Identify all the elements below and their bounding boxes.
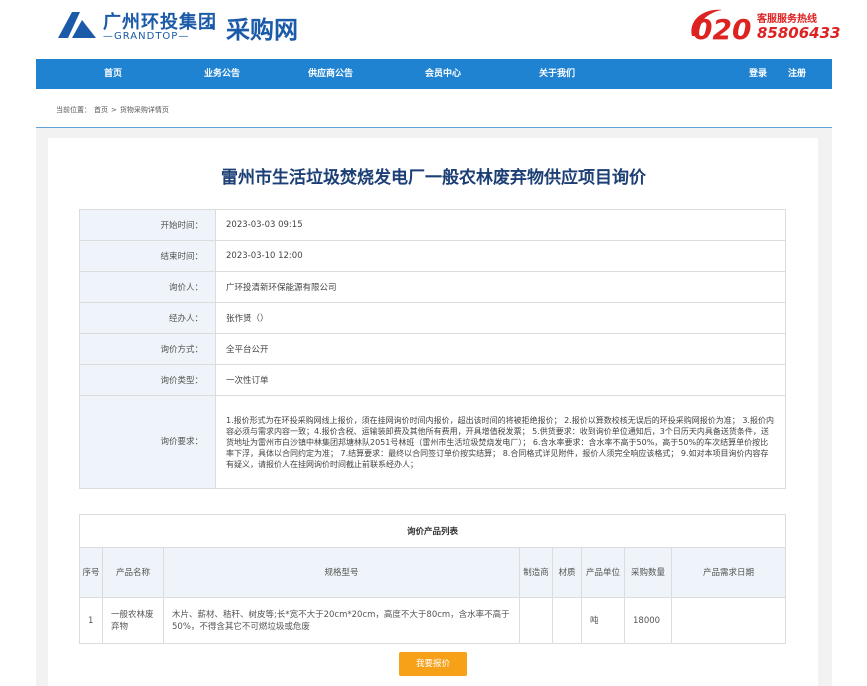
cell-quantity: 18000 [624,597,672,644]
info-row-inquirer: 询价人： 广环投清新环保能源有限公司 [79,271,786,303]
cell-maker [519,597,553,644]
info-row-handler: 经办人： 张作贤（） [79,302,786,334]
info-row-end-time: 结束时间： 2023-03-10 12:00 [79,240,786,272]
nav-item-about-us[interactable]: 关于我们 [539,59,575,89]
cell-no: 1 [79,597,103,644]
column-header: 产品需求日期 [671,547,786,598]
info-row-method: 询价方式： 全平台公开 [79,333,786,365]
info-row-type: 询价类型： 一次性订单 [79,364,786,396]
info-label: 询价要求： [79,395,216,489]
info-value: 全平台公开 [215,333,786,365]
cell-spec: 木片、薪材、秸秆、树皮等;长*宽不大于20cm*20cm，高度不大于80cm，含… [163,597,520,644]
info-label: 开始时间： [79,209,216,241]
nav-item-home[interactable]: 首页 [104,59,122,89]
login-link[interactable]: 登录 [749,59,767,89]
cell-material [552,597,582,644]
logo-text-en: —GRANDTOP— [103,31,190,42]
column-header: 产品名称 [102,547,164,598]
inquiry-info-table: 开始时间： 2023-03-03 09:15 结束时间： 2023-03-10 … [79,209,786,489]
column-header: 采购数量 [624,547,672,598]
column-header: 材质 [552,547,582,598]
breadcrumb-current: 货物采购详情页 [119,106,169,114]
product-table-caption-row: 询价产品列表 [79,514,786,548]
site-name: 采购网 [226,16,298,44]
hotline-number: 85806433 [757,24,841,42]
page-title: 雷州市生活垃圾焚烧发电厂一般农林废弃物供应项目询价 [221,168,646,188]
product-table: 询价产品列表 序号 产品名称 规格型号 制造商 材质 产品单位 采购数量 产品需… [79,514,786,644]
nav-item-business-notices[interactable]: 业务公告 [204,59,240,89]
cell-date [671,597,786,644]
cell-unit: 吨 [581,597,625,644]
submit-quote-button[interactable]: 我要报价 [399,652,467,676]
info-label: 询价方式： [79,333,216,365]
info-label: 结束时间： [79,240,216,272]
grandtop-logo-icon[interactable] [58,12,96,38]
cell-product-name: 一般农林废弃物 [102,597,164,644]
column-header: 产品单位 [581,547,625,598]
register-link[interactable]: 注册 [788,59,806,89]
info-value: 2023-03-10 12:00 [215,240,786,272]
nav-item-supplier-notices[interactable]: 供应商公告 [308,59,353,89]
breadcrumb-prefix: 当前位置： [56,106,91,114]
column-header: 序号 [79,547,103,598]
product-table-header: 序号 产品名称 规格型号 制造商 材质 产品单位 采购数量 产品需求日期 [79,547,786,598]
table-row: 1 一般农林废弃物 木片、薪材、秸秆、树皮等;长*宽不大于20cm*20cm，高… [79,597,786,644]
breadcrumb: 当前位置： 首页 > 货物采购详情页 [56,105,172,115]
info-row-start-time: 开始时间： 2023-03-03 09:15 [79,209,786,241]
breadcrumb-home[interactable]: 首页 [94,106,108,114]
main-nav: 首页 业务公告 供应商公告 会员中心 关于我们 登录 注册 [36,59,832,89]
info-value: 广环投清新环保能源有限公司 [215,271,786,303]
logo-separator: · [208,14,216,38]
breadcrumb-separator: > [111,106,117,114]
column-header: 规格型号 [163,547,520,598]
info-label: 经办人： [79,302,216,334]
site-header: 广州环投集团 —GRANDTOP— · 采购网 020 客服服务热线 85806… [0,0,867,59]
column-header: 制造商 [519,547,553,598]
nav-item-member-center[interactable]: 会员中心 [425,59,461,89]
info-label: 询价人： [79,271,216,303]
hotline-label: 客服服务热线 [757,14,817,25]
info-value: 张作贤（） [215,302,786,334]
info-value: 一次性订单 [215,364,786,396]
info-value: 1.报价形式为在环投采购网线上报价，须在挂网询价时间内报价，超出该时间的将被拒绝… [215,395,786,489]
product-table-caption: 询价产品列表 [79,514,786,548]
info-label: 询价类型： [79,364,216,396]
info-row-requirements: 询价要求： 1.报价形式为在环投采购网线上报价，须在挂网询价时间内报价，超出该时… [79,395,786,489]
info-value: 2023-03-03 09:15 [215,209,786,241]
hotline-area-code: 020 [693,13,752,46]
